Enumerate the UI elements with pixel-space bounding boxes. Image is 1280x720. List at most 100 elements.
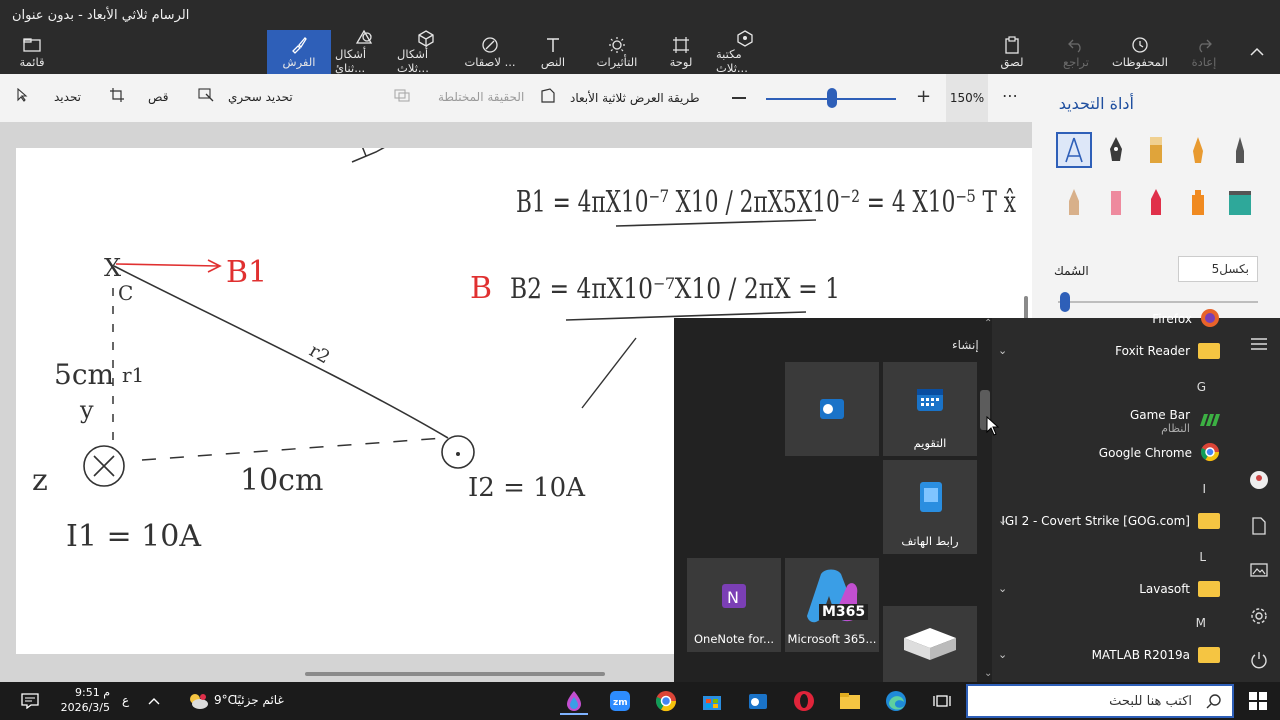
- marker-icon: [1065, 137, 1083, 163]
- zoom-level[interactable]: 150%: [946, 74, 988, 122]
- redo-button[interactable]: إعادة: [1180, 30, 1228, 74]
- hamburger-icon[interactable]: [1249, 334, 1269, 354]
- power-icon[interactable]: [1249, 650, 1269, 670]
- taskbar-chrome[interactable]: [652, 687, 680, 715]
- thickness-slider-track[interactable]: [1058, 301, 1258, 303]
- crop-tool[interactable]: قص: [110, 88, 168, 105]
- stroke-mark: [351, 141, 395, 163]
- app-lavasoft[interactable]: ⌄ Lavasoft: [992, 574, 1238, 604]
- taskbar-paint3d[interactable]: [560, 687, 588, 715]
- history-icon: [1131, 35, 1149, 55]
- b2-strike: [581, 337, 637, 409]
- app-firefox[interactable]: Firefox: [992, 304, 1238, 334]
- shapes3d-label: أشكال ثلاث...: [397, 47, 429, 75]
- weather-temp[interactable]: 9°C: [214, 693, 236, 707]
- menu-button[interactable]: قائمة: [0, 30, 64, 74]
- letter-i[interactable]: I: [992, 482, 1238, 496]
- shapes3d-tab[interactable]: أشكال ثلاث...: [397, 29, 455, 75]
- b2-symbol: B: [470, 271, 492, 306]
- taskbar-zoom[interactable]: zm: [606, 687, 634, 715]
- input-language[interactable]: ع: [122, 693, 129, 707]
- dist-5cm: 5cm: [54, 358, 114, 391]
- select-tool[interactable]: تحديد: [16, 87, 81, 105]
- library3d-tab[interactable]: مكتبة ثلاث...: [716, 30, 774, 75]
- notifications-button[interactable]: [16, 687, 44, 715]
- phone-link-icon: [920, 482, 942, 512]
- stickers-tab[interactable]: لاصقات ...: [460, 30, 520, 74]
- view3d-button[interactable]: طريقة العرض ثلاثية الأبعاد: [540, 88, 700, 107]
- tile-calendar[interactable]: التقويم: [883, 362, 977, 456]
- cube-icon: [417, 29, 435, 47]
- tile-device[interactable]: [883, 606, 977, 682]
- mixed-reality-button[interactable]: الحقيقة المختلطة: [394, 88, 524, 105]
- magic-select-tool[interactable]: تحديد سحري: [198, 88, 293, 105]
- app-igi[interactable]: ⌄ IGI 2 - Covert Strike [GOG.com]: [992, 506, 1238, 536]
- search-placeholder: اكتب هنا للبحث: [1109, 693, 1192, 709]
- show-hidden-icons[interactable]: [140, 687, 168, 715]
- app-foxit[interactable]: ⌄ Foxit Reader: [992, 336, 1238, 366]
- taskbar-opera[interactable]: [790, 687, 818, 715]
- zoom-in-button[interactable]: +: [916, 88, 931, 106]
- fill-bucket[interactable]: [1222, 184, 1258, 220]
- app-gamebar[interactable]: Game Bar النظام: [992, 404, 1238, 438]
- horizontal-scrollbar[interactable]: [305, 672, 605, 676]
- app-matlab[interactable]: ⌄ MATLAB R2019a: [992, 640, 1238, 670]
- tile-outlook[interactable]: [785, 362, 879, 456]
- effects-tab[interactable]: التأثيرات: [590, 30, 644, 74]
- oil-brush[interactable]: [1138, 132, 1174, 168]
- scroll-up-arrow[interactable]: ⌃: [984, 318, 992, 329]
- tile-microsoft-365[interactable]: M365 Microsoft 365...: [785, 558, 879, 652]
- canvas-tab[interactable]: لوحة: [656, 30, 706, 74]
- brushes-label: الفرش: [282, 55, 316, 69]
- scroll-down-arrow[interactable]: ⌄: [984, 668, 992, 679]
- zoom-slider-thumb[interactable]: [827, 88, 837, 108]
- letter-m[interactable]: M: [992, 616, 1238, 630]
- tile-onenote[interactable]: N OneNote for...: [687, 558, 781, 652]
- settings-icon[interactable]: [1249, 606, 1269, 626]
- crop-label: قص: [148, 89, 169, 104]
- pencil-brush[interactable]: [1222, 132, 1258, 168]
- letter-l[interactable]: L: [992, 550, 1238, 564]
- menu-label: قائمة: [19, 55, 45, 69]
- document-icon[interactable]: [1249, 516, 1269, 536]
- taskbar-file-explorer[interactable]: [836, 687, 864, 715]
- taskbar-search[interactable]: اكتب هنا للبحث: [966, 684, 1234, 718]
- thickness-input[interactable]: 5بكسل: [1178, 256, 1258, 282]
- y-label: y: [79, 396, 94, 424]
- pixel-pen[interactable]: [1098, 184, 1134, 220]
- pen-icon: [1110, 137, 1122, 161]
- marker-brush[interactable]: [1056, 132, 1092, 168]
- ribbon: قائمة الفرش أشكال ثنائ... أشكال ثلاث... …: [0, 29, 1280, 75]
- taskbar-store[interactable]: [698, 687, 726, 715]
- history-button[interactable]: المحفوظات: [1108, 30, 1172, 74]
- shapes2d-tab[interactable]: أشكال ثنائ...: [335, 29, 393, 75]
- spray-marker[interactable]: [1138, 184, 1174, 220]
- start-rail: [1238, 318, 1280, 682]
- text-tab[interactable]: النص: [526, 30, 580, 74]
- watercolor-brush[interactable]: [1180, 132, 1216, 168]
- windows-start-button[interactable]: [1244, 687, 1272, 715]
- collapse-ribbon-button[interactable]: [1240, 30, 1274, 74]
- weather-condition[interactable]: غائم جزئيًا: [234, 693, 284, 707]
- paste-button[interactable]: لصق: [988, 30, 1036, 74]
- brushes-tab[interactable]: الفرش: [267, 30, 331, 74]
- zoom-out-button[interactable]: [732, 97, 746, 99]
- chevron-down-icon: ⌄: [998, 514, 1008, 527]
- letter-g[interactable]: G: [992, 380, 1238, 394]
- taskbar-outlook[interactable]: [744, 687, 772, 715]
- app-chrome[interactable]: Google Chrome: [992, 438, 1238, 468]
- undo-button[interactable]: تراجع: [1052, 30, 1100, 74]
- edge-icon: [886, 691, 906, 711]
- task-view-button[interactable]: [928, 687, 956, 715]
- search-icon: [1206, 693, 1222, 713]
- clock[interactable]: 9:51 م 2026/3/5: [58, 685, 110, 715]
- calligraphy-pen[interactable]: [1098, 132, 1134, 168]
- tile-phone-link[interactable]: رابط الهاتف: [883, 460, 977, 554]
- taskbar-edge[interactable]: [882, 687, 910, 715]
- more-options-button[interactable]: ⋯: [1002, 86, 1018, 105]
- crayon-brush[interactable]: [1056, 184, 1092, 220]
- pictures-icon[interactable]: [1249, 560, 1269, 580]
- weather-icon[interactable]: [184, 687, 212, 715]
- user-icon[interactable]: [1249, 470, 1269, 490]
- spray-can[interactable]: [1180, 184, 1216, 220]
